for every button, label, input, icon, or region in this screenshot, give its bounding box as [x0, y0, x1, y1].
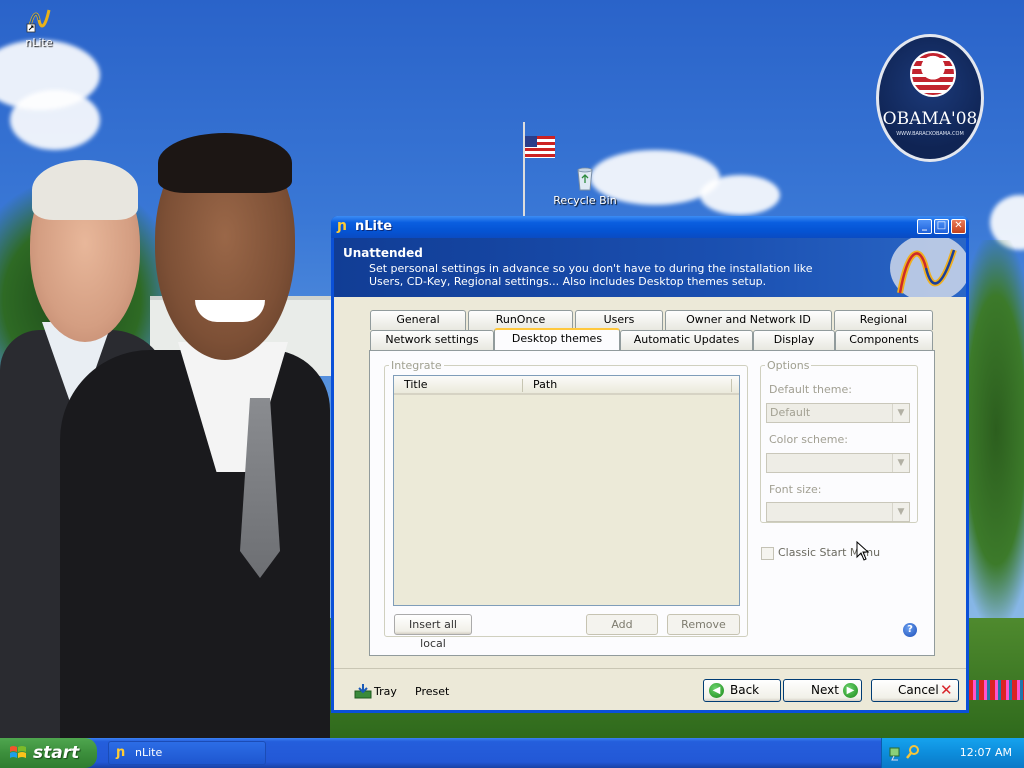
- column-divider[interactable]: [522, 379, 523, 392]
- logo-site: WWW.BARACKOBAMA.COM: [896, 131, 964, 137]
- tab-desktop-themes[interactable]: Desktop themes: [494, 328, 620, 350]
- color-scheme-label: Color scheme:: [769, 433, 848, 446]
- back-button[interactable]: ◀ Back: [703, 679, 781, 702]
- add-button[interactable]: Add: [586, 614, 658, 635]
- footer-bar: Tray Preset ◀ Back Next ▶ Cancel ✕: [334, 668, 966, 713]
- default-theme-value: Default: [770, 406, 811, 419]
- classic-start-menu-checkbox[interactable]: [761, 547, 774, 560]
- system-tray: 12:07 AM: [881, 738, 1024, 768]
- cancel-label: Cancel: [898, 683, 939, 697]
- network-icon[interactable]: [889, 745, 903, 761]
- nlite-icon: ɲ: [116, 745, 126, 760]
- back-arrow-icon: ◀: [709, 683, 724, 698]
- desktop-icon-recycle-bin[interactable]: Recycle Bin: [550, 164, 620, 207]
- taskbar-item-label: nLite: [135, 746, 163, 759]
- taskbar-item-nlite[interactable]: ɲ nLite: [108, 741, 266, 765]
- insert-all-local-button[interactable]: Insert all local: [394, 614, 472, 650]
- start-label: start: [33, 743, 80, 763]
- chevron-down-icon[interactable]: ▼: [892, 404, 909, 422]
- color-scheme-select[interactable]: ▼: [766, 453, 910, 473]
- tab-owner-network-id[interactable]: Owner and Network ID: [665, 310, 832, 330]
- nlite-logo-icon: [890, 238, 966, 297]
- window-title: nLite: [355, 219, 393, 234]
- nlite-icon: [26, 9, 51, 33]
- header-title: Unattended: [343, 246, 423, 260]
- tab-users[interactable]: Users: [575, 310, 663, 330]
- column-title[interactable]: Title: [404, 378, 428, 391]
- tab-network-settings[interactable]: Network settings: [370, 330, 494, 350]
- integrate-legend: Integrate: [391, 359, 442, 372]
- options-content: Default theme: Default ▼ Color scheme: ▼…: [760, 359, 918, 523]
- tab-automatic-updates[interactable]: Automatic Updates: [620, 330, 753, 350]
- windows-logo-icon: [10, 746, 26, 758]
- nlite-window: ɲ nLite _ □ ✕ Unattended Set personal se…: [331, 216, 969, 713]
- cloud: [700, 175, 780, 215]
- desktop-themes-panel: Integrate Title Path Insert all local Ad…: [369, 350, 935, 656]
- themes-list[interactable]: Title Path: [393, 375, 740, 606]
- desktop-icon-nlite[interactable]: nLite: [4, 6, 74, 49]
- list-header: Title Path: [394, 376, 739, 395]
- minimize-button[interactable]: _: [917, 219, 932, 234]
- next-arrow-icon: ▶: [843, 683, 858, 698]
- preset-label[interactable]: Preset: [415, 685, 449, 698]
- remove-button[interactable]: Remove: [667, 614, 740, 635]
- start-button[interactable]: start: [0, 738, 97, 768]
- help-icon[interactable]: ?: [903, 623, 917, 637]
- mouse-cursor-icon: [856, 541, 870, 561]
- campaign-logo: OBAMA'08 WWW.BARACKOBAMA.COM: [876, 34, 984, 162]
- tab-page: General RunOnce Users Owner and Network …: [369, 310, 935, 656]
- next-label: Next: [811, 683, 839, 697]
- title-bar[interactable]: ɲ nLite _ □ ✕: [331, 216, 969, 238]
- chevron-down-icon[interactable]: ▼: [892, 503, 909, 521]
- header-description: Set personal settings in advance so you …: [369, 262, 813, 288]
- taskbar: start ɲ nLite 12:07 AM: [0, 738, 1024, 768]
- column-divider[interactable]: [731, 379, 732, 392]
- chevron-down-icon[interactable]: ▼: [892, 454, 909, 472]
- tab-regional[interactable]: Regional: [834, 310, 933, 330]
- tab-runonce[interactable]: RunOnce: [468, 310, 573, 330]
- flower-bed: [968, 680, 1024, 700]
- font-size-select[interactable]: ▼: [766, 502, 910, 522]
- close-button[interactable]: ✕: [951, 219, 966, 234]
- default-theme-label: Default theme:: [769, 383, 852, 396]
- maximize-button[interactable]: □: [934, 219, 949, 234]
- cancel-button[interactable]: Cancel ✕: [871, 679, 959, 702]
- close-x-icon: ✕: [940, 681, 953, 699]
- default-theme-select[interactable]: Default ▼: [766, 403, 910, 423]
- cloud: [10, 90, 100, 150]
- column-path[interactable]: Path: [533, 378, 557, 391]
- font-size-label: Font size:: [769, 483, 822, 496]
- tray-icon[interactable]: [354, 683, 372, 699]
- tray-label[interactable]: Tray: [374, 685, 397, 698]
- back-label: Back: [730, 683, 760, 697]
- logo-name: OBAMA'08: [882, 109, 978, 129]
- tab-general[interactable]: General: [370, 310, 466, 330]
- us-flag: [525, 136, 555, 158]
- tab-components[interactable]: Components: [835, 330, 933, 350]
- nlite-icon: ɲ: [337, 218, 347, 234]
- recycle-bin-icon: [577, 167, 593, 191]
- tab-display[interactable]: Display: [753, 330, 835, 350]
- clock[interactable]: 12:07 AM: [960, 746, 1012, 759]
- desktop-icon-label: Recycle Bin: [553, 194, 617, 207]
- rising-sun-icon: [910, 51, 956, 97]
- desktop-icon-label: nLite: [25, 36, 53, 49]
- search-icon[interactable]: [906, 744, 920, 760]
- next-button[interactable]: Next ▶: [783, 679, 862, 702]
- header-banner: Unattended Set personal settings in adva…: [334, 238, 966, 297]
